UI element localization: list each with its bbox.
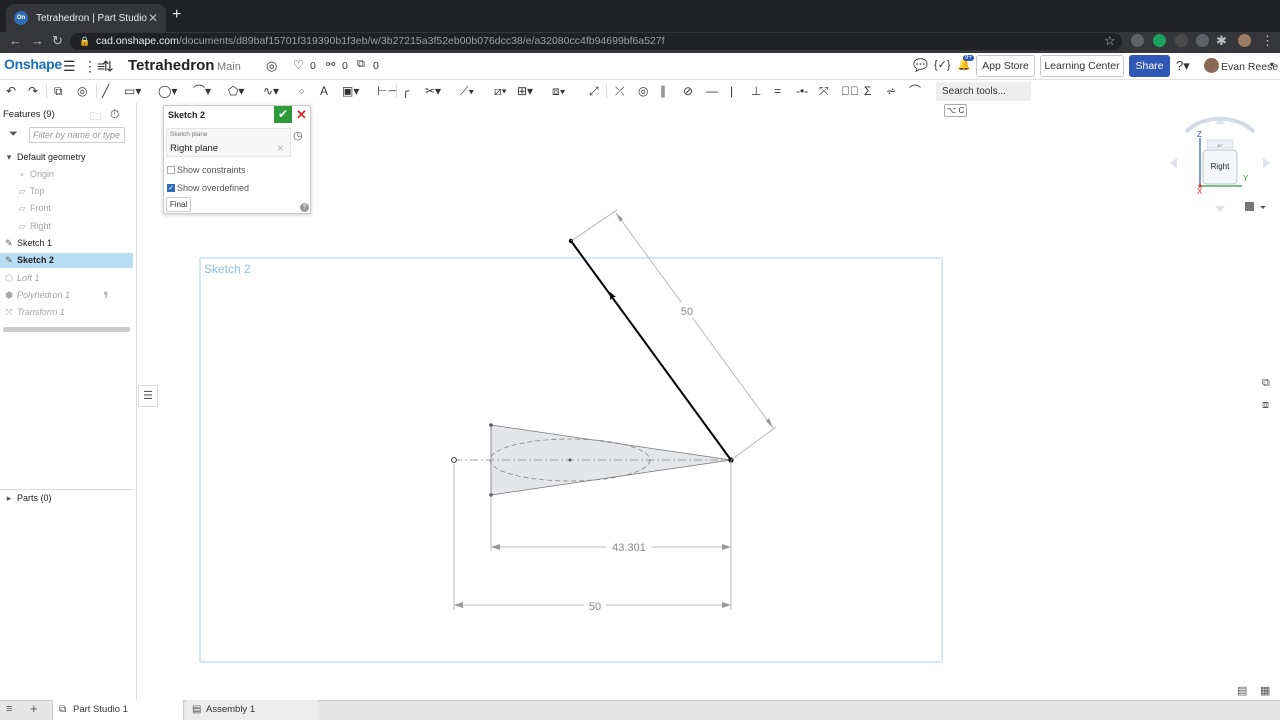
- dim-arrow: [722, 602, 731, 608]
- view-cube-arrow-right: [1263, 158, 1270, 168]
- show-constraints-label: Show constraints: [177, 165, 246, 175]
- tab-label: Assembly 1: [206, 704, 256, 715]
- view-options-icon: [1245, 202, 1254, 211]
- dim-arrow: [491, 544, 500, 550]
- axis-x-label: X: [1197, 187, 1203, 196]
- view-cube-arrow-down: [1215, 206, 1225, 212]
- tab-assembly-1[interactable]: ▤ Assembly 1: [186, 700, 318, 720]
- show-overdefined-label: Show overdefined: [177, 183, 250, 193]
- accept-checkmark-icon[interactable]: ✔: [274, 106, 292, 123]
- dim-outer-label: 50: [589, 601, 601, 613]
- view-cube-arrow-left: [1170, 158, 1177, 168]
- dim-inner-label: 43.301: [612, 542, 646, 554]
- part-studio-icon: ⧉: [59, 704, 67, 715]
- show-overdefined-checkbox[interactable]: ✓: [167, 184, 175, 192]
- center-point: [568, 458, 572, 462]
- mass-properties-icon[interactable]: ▦: [1260, 684, 1270, 697]
- add-tab-icon[interactable]: +: [30, 701, 38, 716]
- view-normal-icon[interactable]: ◷: [293, 129, 303, 142]
- cancel-x-icon[interactable]: ✕: [294, 106, 309, 123]
- parts-panel-icon[interactable]: ⧈: [1262, 399, 1269, 412]
- clear-selection-icon[interactable]: ✕: [277, 144, 284, 153]
- axis-y-label: Y: [1243, 174, 1249, 183]
- view-cube-top-label: 45°: [1217, 143, 1223, 148]
- sketch-name-label: Sketch 2: [204, 262, 251, 276]
- dim-extension: [570, 209, 618, 242]
- sketch-plane-label: Sketch plane: [170, 131, 208, 138]
- view-cube-face-label[interactable]: Right: [1204, 162, 1236, 171]
- selected-line: [570, 240, 732, 461]
- appearance-panel-icon[interactable]: ⧉: [1262, 377, 1270, 390]
- sketch-plane-value: Right plane: [170, 143, 219, 154]
- dim-line-slanted: [615, 212, 774, 429]
- show-constraints-checkbox[interactable]: [167, 166, 175, 174]
- dim-arrow: [454, 602, 463, 608]
- measure-icon[interactable]: ▤: [1237, 684, 1247, 697]
- tab-label: Part Studio 1: [73, 704, 128, 715]
- sketch-dialog-title[interactable]: Sketch 2: [168, 110, 205, 120]
- origin-point: [451, 457, 457, 463]
- final-button[interactable]: Final: [166, 197, 191, 212]
- dim-slanted-label: 50: [681, 306, 693, 318]
- axis-z-label: Z: [1197, 130, 1202, 139]
- tab-manager-icon[interactable]: ≡: [6, 703, 12, 715]
- chevron-down-icon: [1260, 206, 1266, 209]
- vertex-point: [489, 423, 493, 427]
- assembly-icon: ▤: [192, 704, 202, 715]
- dim-arrow: [722, 544, 731, 550]
- help-icon[interactable]: ?: [300, 203, 309, 212]
- tab-part-studio-1[interactable]: ⧉ Part Studio 1: [52, 700, 184, 720]
- dim-extension: [730, 426, 777, 461]
